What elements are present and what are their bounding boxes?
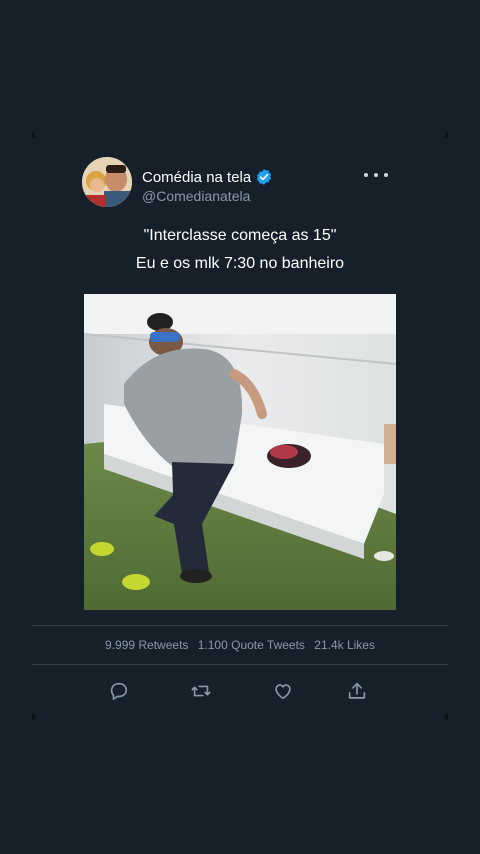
likes-count[interactable]: 21.4k Likes bbox=[314, 638, 375, 652]
corner-mark bbox=[32, 714, 35, 720]
display-name[interactable]: Comédia na tela bbox=[142, 169, 251, 186]
quote-tweets-count[interactable]: 1.100 Quote Tweets bbox=[198, 638, 305, 652]
tweet-media-video[interactable] bbox=[84, 294, 396, 610]
retweets-count[interactable]: 9.999 Retweets bbox=[105, 638, 188, 652]
tweet-stats: 9.999 Retweets 1.100 Quote Tweets 21.4k … bbox=[0, 638, 480, 652]
tweet-header: Comédia na tela @Comedianatela bbox=[82, 157, 402, 209]
more-options-icon[interactable] bbox=[364, 167, 388, 183]
share-icon[interactable] bbox=[346, 680, 368, 702]
corner-mark bbox=[445, 132, 448, 138]
tweet-text-line-2: Eu e os mlk 7:30 no banheiro bbox=[135, 255, 345, 272]
tweet-text-line-1: "Interclasse começa as 15" bbox=[143, 227, 337, 244]
corner-mark bbox=[32, 132, 35, 138]
verified-badge-icon bbox=[257, 169, 272, 185]
divider bbox=[32, 664, 448, 665]
like-icon[interactable] bbox=[272, 680, 294, 702]
tweet-actions bbox=[0, 680, 480, 702]
corner-mark bbox=[445, 714, 448, 720]
handle[interactable]: @Comedianatela bbox=[142, 188, 250, 204]
retweet-icon[interactable] bbox=[190, 680, 212, 702]
reply-icon[interactable] bbox=[108, 680, 130, 702]
divider bbox=[32, 625, 448, 626]
avatar[interactable] bbox=[82, 157, 132, 207]
